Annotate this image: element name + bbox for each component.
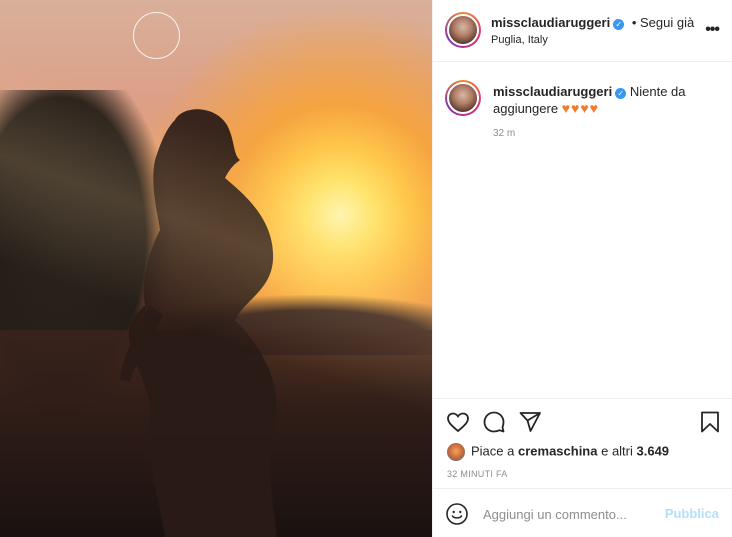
comment-icon[interactable] [481, 409, 507, 435]
comment-input[interactable] [483, 503, 663, 525]
post-header: missclaudiaruggeri ✓ • Segui già Puglia, … [433, 0, 732, 62]
caption-username[interactable]: missclaudiaruggeri [493, 84, 612, 99]
header-name-row: missclaudiaruggeri ✓ • Segui già [491, 15, 694, 30]
orange-hearts-emoji: ♥♥♥♥ [561, 100, 599, 116]
comment-bar: Pubblica [433, 488, 732, 537]
post-sidebar: missclaudiaruggeri ✓ • Segui già Puglia, … [432, 0, 732, 537]
post-photo[interactable] [0, 0, 432, 537]
follow-status[interactable]: • Segui già [632, 15, 694, 30]
share-icon[interactable] [517, 409, 543, 435]
likes-prefix: Piace a [471, 443, 518, 459]
likes-suffix: e altri [597, 443, 637, 459]
post-actions: Piace a cremaschina e altri 3.649 32 MIN… [433, 398, 732, 486]
verified-badge-icon: ✓ [613, 19, 625, 30]
liker-avatar[interactable] [447, 443, 465, 461]
liker-username[interactable]: cremaschina [518, 443, 598, 458]
caption-avatar[interactable] [445, 80, 481, 116]
more-options-icon[interactable]: ••• [705, 21, 720, 39]
author-username[interactable]: missclaudiaruggeri [491, 15, 610, 30]
sun-flare [0, 0, 432, 537]
verified-badge-icon: ✓ [615, 88, 627, 99]
likes-count[interactable]: 3.649 [637, 443, 670, 458]
avatar[interactable] [445, 12, 481, 48]
like-heart-icon[interactable] [445, 409, 471, 435]
emoji-icon[interactable] [445, 502, 469, 526]
likes-summary: Piace a cremaschina e altri 3.649 [447, 443, 669, 461]
tag-indicator-ring[interactable] [133, 12, 180, 59]
save-bookmark-icon[interactable] [697, 409, 723, 435]
publish-button[interactable]: Pubblica [665, 506, 719, 521]
post-location[interactable]: Puglia, Italy [491, 34, 548, 46]
posted-time[interactable]: 32 MINUTI FA [447, 469, 508, 479]
caption-time[interactable]: 32 m [493, 128, 515, 139]
caption-text-block: missclaudiaruggeri ✓ Niente da aggiungere… [493, 84, 713, 117]
caption-section: missclaudiaruggeri ✓ Niente da aggiungere… [433, 62, 732, 397]
